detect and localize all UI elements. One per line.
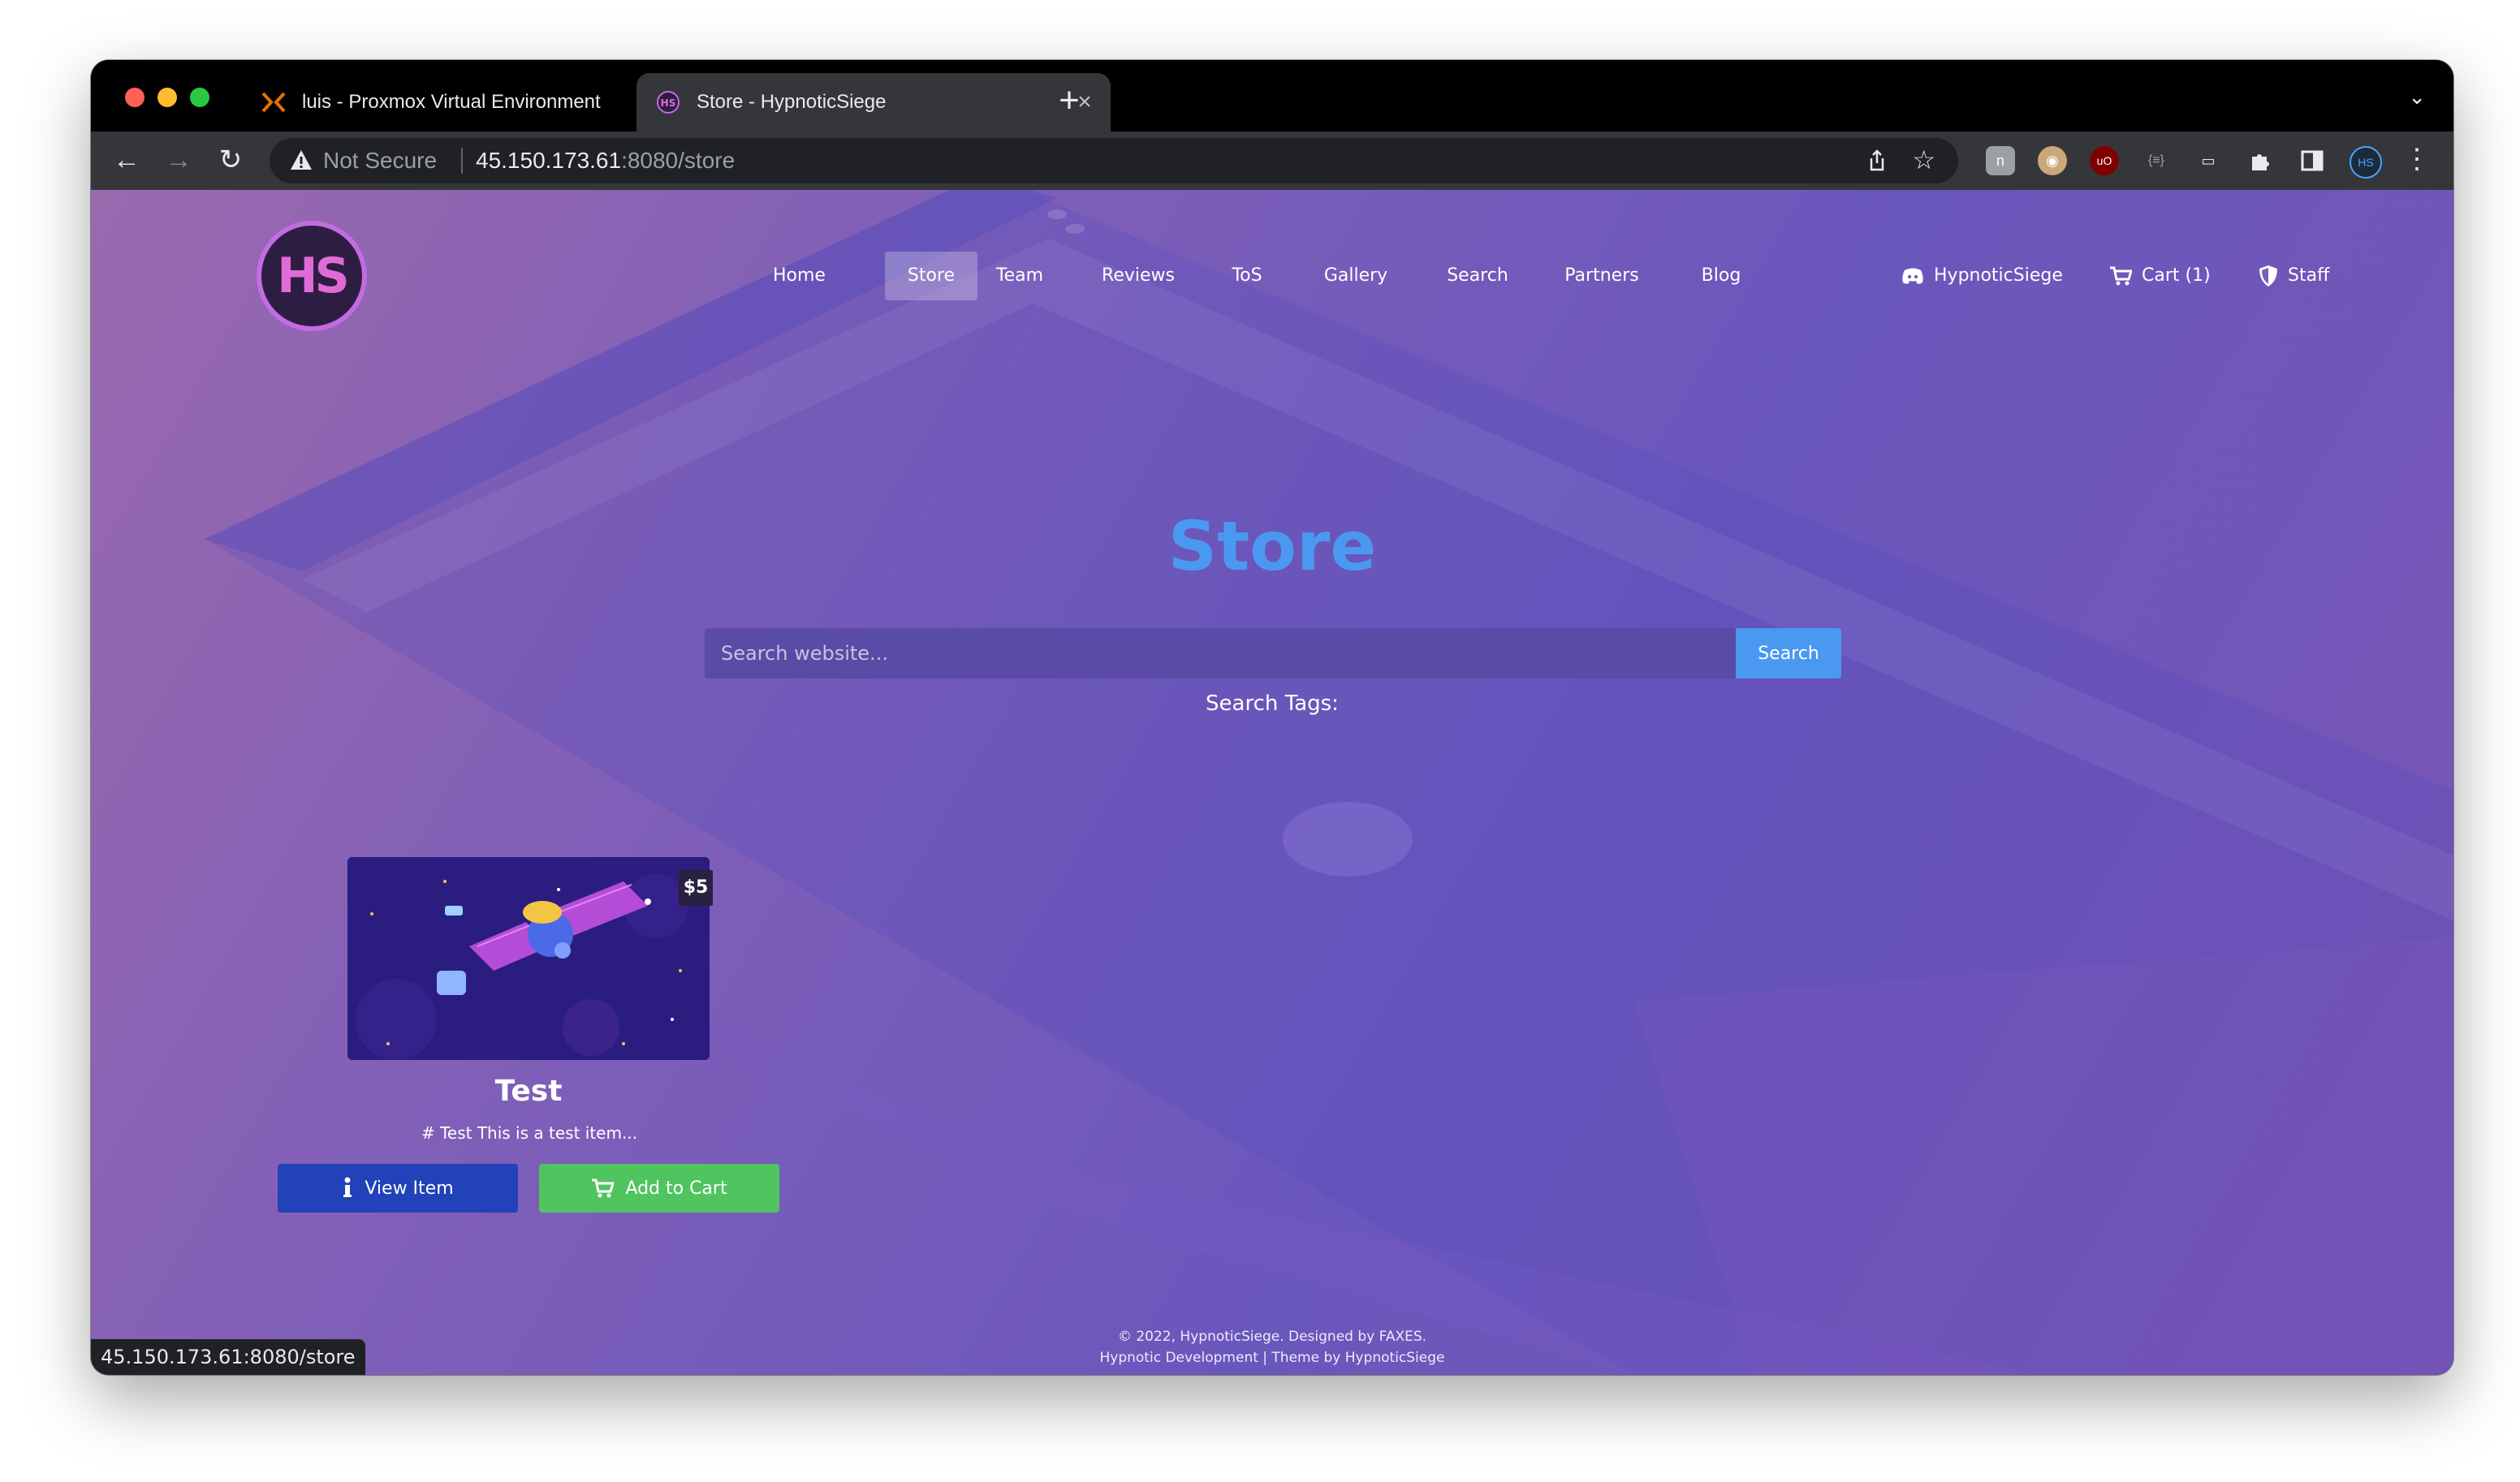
url-host: 45.150.173.61 (476, 148, 622, 173)
extension-json-icon[interactable]: {≡} (2142, 146, 2171, 175)
nav-team[interactable]: Team (990, 252, 1049, 300)
add-to-cart-label: Add to Cart (625, 1178, 727, 1199)
extension-notes-icon[interactable]: n (1986, 146, 2015, 175)
extension-devices-icon[interactable]: ▭ (2194, 146, 2223, 175)
item-name: Test (494, 1075, 563, 1108)
footer: © 2022, HypnoticSiege. Designed by FAXES… (91, 1326, 2453, 1368)
nav-blog[interactable]: Blog (1695, 252, 1747, 300)
nav-partners[interactable]: Partners (1557, 252, 1646, 300)
staff-label: Staff (2288, 265, 2330, 286)
site-logo[interactable]: HS (257, 221, 367, 331)
tab-strip: luis - Proxmox Virtual Environment × HS … (91, 60, 2453, 131)
new-tab-button[interactable]: + (1049, 81, 1090, 122)
close-window-button[interactable] (125, 88, 145, 107)
search-button[interactable]: Search (1736, 628, 1841, 679)
nav-reviews[interactable]: Reviews (1096, 252, 1180, 300)
nav-store[interactable]: Store (885, 252, 977, 300)
cart-icon (592, 1178, 615, 1198)
satellite-illustration (347, 857, 710, 1060)
tab-search-icon[interactable]: ⌄ (2408, 84, 2426, 110)
maximize-window-button[interactable] (190, 88, 209, 107)
cart-label: Cart (1) (2142, 265, 2211, 286)
tab-title: luis - Proxmox Virtual Environment (302, 91, 601, 113)
logo-text: HS (277, 248, 349, 304)
footer-credits: Hypnotic Development | Theme by Hypnotic… (1099, 1350, 1445, 1366)
browser-window: luis - Proxmox Virtual Environment × HS … (91, 60, 2453, 1375)
product-image[interactable] (347, 857, 710, 1060)
search-tags-label: Search Tags: (1206, 691, 1339, 716)
nav-gallery[interactable]: Gallery (1317, 252, 1395, 300)
add-to-cart-button[interactable]: Add to Cart (539, 1164, 779, 1213)
footer-copyright: © 2022, HypnoticSiege. Designed by FAXES… (1117, 1329, 1427, 1345)
staff-link[interactable]: Staff (2259, 252, 2329, 300)
discord-label: HypnoticSiege (1934, 265, 2063, 286)
discord-link[interactable]: HypnoticSiege (1901, 252, 2063, 300)
cart-icon (2110, 266, 2132, 286)
hypnoticsiege-icon: HS (656, 90, 680, 114)
address-bar[interactable]: Not Secure 45.150.173.61:8080/store ☆ (270, 138, 1958, 183)
extension-spy-icon[interactable]: ◉ (2038, 146, 2067, 175)
security-label[interactable]: Not Secure (323, 148, 437, 174)
page-content: HS Home Store Team Reviews ToS Gallery S… (91, 190, 2453, 1375)
price-badge: $5 (679, 870, 713, 906)
browser-menu-icon[interactable]: ⋮ (2403, 143, 2431, 175)
discord-icon (1902, 268, 1923, 284)
warning-icon (291, 150, 312, 170)
info-icon (343, 1177, 352, 1197)
share-icon[interactable] (1864, 148, 1890, 174)
view-item-label: View Item (365, 1178, 454, 1199)
url-path: :8080/store (621, 148, 736, 173)
forward-icon[interactable]: → (159, 141, 198, 180)
nav-home[interactable]: Home (773, 252, 826, 300)
status-bar-url: 45.150.173.61:8080/store (91, 1339, 365, 1375)
side-panel-icon[interactable] (2298, 146, 2327, 175)
nav-search[interactable]: Search (1442, 252, 1513, 300)
search-input[interactable] (705, 628, 1736, 679)
tab-store[interactable]: HS Store - HypnoticSiege × (636, 73, 1111, 131)
svg-text:HS: HS (661, 97, 676, 109)
divider (461, 148, 463, 174)
search-bar: Search (705, 628, 1841, 679)
url-text[interactable]: 45.150.173.61:8080/store (476, 148, 735, 174)
minimize-window-button[interactable] (158, 88, 177, 107)
browser-toolbar: ← → ↻ Not Secure 45.150.173.61:8080/stor… (91, 131, 2453, 190)
nav-tos[interactable]: ToS (1226, 252, 1268, 300)
profile-avatar-icon[interactable]: HS (2350, 146, 2382, 179)
extensions-puzzle-icon[interactable] (2246, 146, 2275, 175)
tab-title: Store - HypnoticSiege (697, 91, 887, 113)
page-title: Store (1167, 506, 1377, 586)
reload-icon[interactable]: ↻ (211, 141, 250, 180)
ublock-icon[interactable]: uO (2090, 146, 2119, 175)
back-icon[interactable]: ← (107, 141, 146, 180)
view-item-button[interactable]: View Item (278, 1164, 518, 1213)
proxmox-icon (261, 90, 286, 114)
item-description: # Test This is a test item... (421, 1123, 638, 1143)
bookmark-star-icon[interactable]: ☆ (1912, 144, 1935, 175)
cart-link[interactable]: Cart (1) (2109, 252, 2211, 300)
shield-icon (2259, 265, 2277, 286)
